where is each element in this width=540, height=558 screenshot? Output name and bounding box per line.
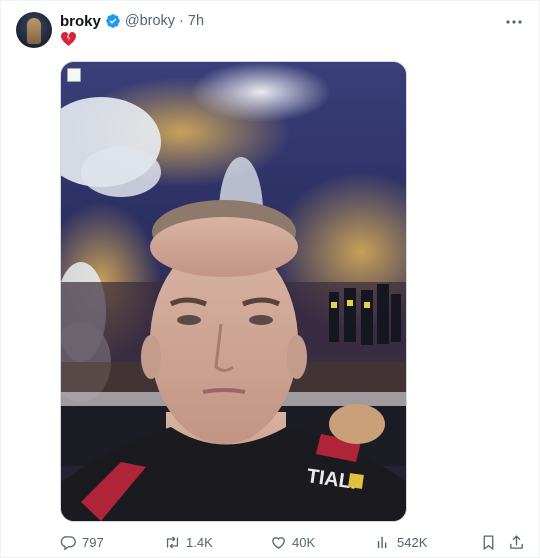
views-icon [377, 536, 387, 548]
tweet-image[interactable]: TIALI [60, 61, 407, 522]
repost-button[interactable]: 1.4K [164, 532, 213, 552]
reply-count: 797 [82, 534, 104, 550]
repost-icon [166, 535, 179, 549]
like-icon [272, 536, 285, 549]
action-bar: 797 1.4K 40K 542K [60, 532, 526, 552]
like-button[interactable]: 40K [270, 532, 315, 552]
verified-badge-icon [106, 14, 120, 28]
selfie-photo: TIALI [61, 62, 406, 521]
like-count: 40K [292, 534, 316, 550]
author-name[interactable]: broky [60, 13, 101, 30]
tweet-text [60, 31, 77, 47]
broken-heart-emoji [61, 32, 76, 46]
avatar[interactable] [16, 12, 52, 48]
more-options-icon[interactable] [503, 11, 525, 33]
timestamp[interactable]: 7h [188, 13, 204, 29]
separator-dot: · [179, 13, 184, 29]
share-icon [510, 534, 523, 549]
repost-count: 1.4K [186, 534, 213, 550]
tweet-card[interactable]: broky @broky · 7h TIALI 797 1.4K 40K 542… [0, 0, 540, 558]
bookmark-icon [483, 534, 494, 550]
image-placeholder-icon [67, 68, 81, 82]
avatar-figure [27, 18, 41, 44]
reply-icon [60, 535, 76, 550]
share-button[interactable] [508, 532, 525, 552]
author-handle[interactable]: @broky [125, 13, 175, 29]
bookmark-button[interactable] [480, 532, 497, 552]
tweet-header: broky @broky · 7h [60, 12, 204, 30]
views-button[interactable]: 542K [375, 532, 427, 552]
reply-button[interactable]: 797 [60, 532, 104, 552]
views-count: 542K [397, 534, 428, 550]
